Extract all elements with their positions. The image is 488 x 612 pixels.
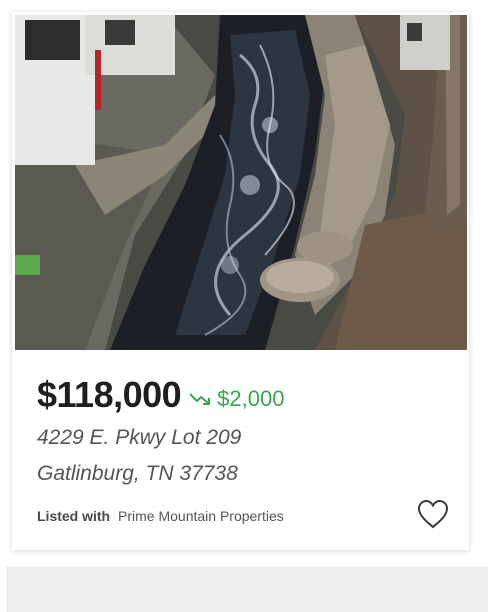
price-row: $118,000 $2,000 (37, 372, 284, 418)
listing-page: $118,000 $2,000 4229 E. Pkwy Lot 209 Gat… (0, 0, 488, 612)
heart-outline-icon (417, 499, 449, 529)
broker-name: Prime Mountain Properties (118, 508, 284, 524)
price-change: $2,000 (189, 386, 284, 412)
favorite-button[interactable] (416, 498, 450, 530)
listing-price: $118,000 (37, 374, 182, 415)
next-card-placeholder (6, 566, 488, 612)
listing-photo[interactable] (15, 15, 467, 350)
listed-with-label: Listed with (37, 508, 111, 524)
listed-with: Listed with Prime Mountain Properties (37, 508, 284, 524)
listing-card[interactable]: $118,000 $2,000 4229 E. Pkwy Lot 209 Gat… (12, 12, 469, 550)
price-change-amount: $2,000 (217, 386, 285, 411)
address-line-1[interactable]: 4229 E. Pkwy Lot 209 (37, 426, 241, 450)
address-line-2[interactable]: Gatlinburg, TN 37738 (37, 462, 238, 486)
trend-down-icon (189, 393, 211, 405)
